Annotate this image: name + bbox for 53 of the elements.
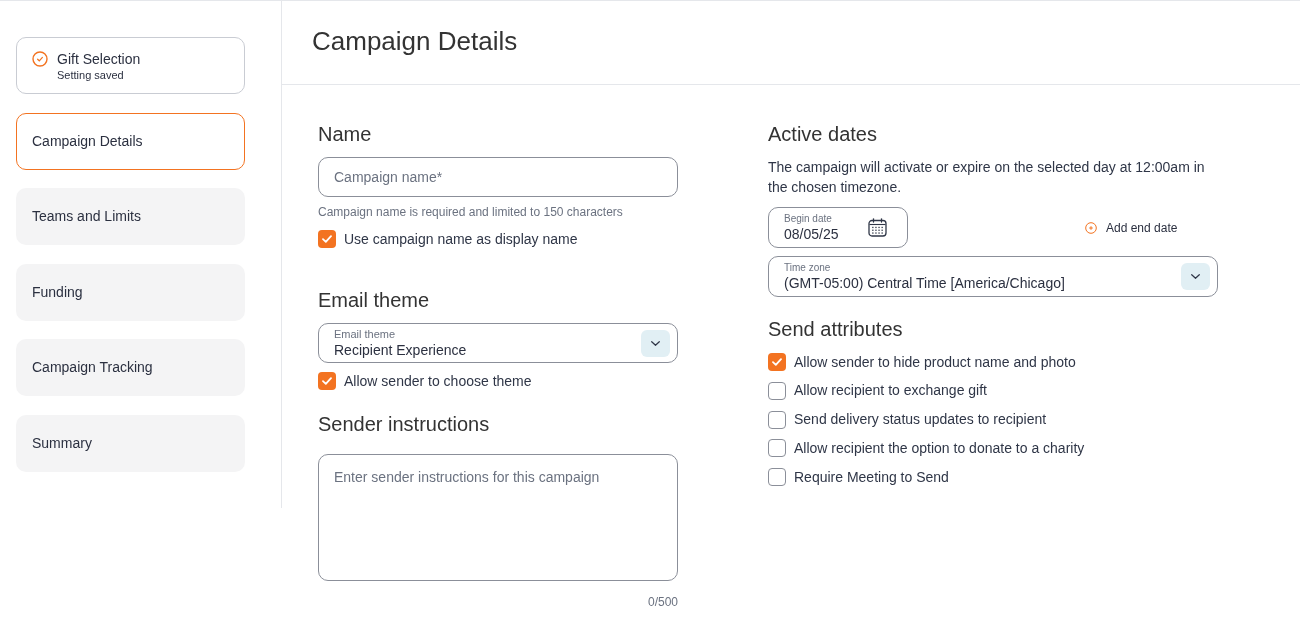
sidebar-step[interactable]: Campaign Tracking [16, 339, 245, 396]
sidebar-step[interactable]: Teams and Limits [16, 188, 245, 245]
field-label: Begin date [784, 212, 833, 225]
checkmark-icon [322, 377, 332, 385]
select-label: Time zone [784, 261, 832, 274]
plus-circle-icon [1085, 221, 1097, 234]
dropdown-button[interactable] [1181, 263, 1210, 290]
checkbox-label: Send delivery status updates to recipient [794, 410, 1047, 429]
checkmark-icon [322, 235, 332, 243]
helper-text: Campaign name is required and limited to 150 characters [318, 204, 624, 220]
checkbox[interactable] [318, 230, 336, 248]
step-status: Setting saved [57, 67, 125, 82]
checkbox-label: Use campaign name as display name [344, 229, 578, 249]
character-counter: 0/500 [647, 594, 678, 610]
checkbox[interactable] [768, 410, 786, 429]
section-heading: Sender instructions [318, 412, 491, 437]
checkmark-icon [772, 358, 782, 366]
checkbox-label: Allow recipient the option to donate to a charity [794, 438, 1085, 458]
begin-date-field[interactable]: Begin date 08/05/25 [768, 207, 908, 248]
select-value: (GMT-05:00) Central Time [America/Chicago] [784, 273, 1065, 292]
sidebar-step[interactable]: Summary [16, 414, 245, 472]
checkbox-label: Allow sender to hide product name and photo [794, 352, 1076, 372]
chevron-down-icon [1191, 274, 1200, 279]
checkbox-label: Allow sender to choose theme [344, 371, 532, 391]
check-circle-icon [32, 50, 48, 67]
time-zone-select[interactable]: Time zone (GMT-05:00) Central Time [America/Chicago] [768, 256, 1218, 297]
checkbox-label: Require Meeting to Send [794, 467, 949, 487]
checkbox[interactable] [318, 372, 336, 390]
description-text: The campaign will activate or expire on the selected day at 12:00am in the chosen timezone. [768, 158, 1206, 197]
date-value: 08/05/25 [784, 224, 839, 243]
chevron-down-icon [651, 340, 660, 346]
checkbox-label: Allow recipient to exchange gift [794, 381, 987, 401]
dropdown-button[interactable] [641, 329, 670, 357]
checkbox[interactable] [768, 353, 786, 371]
email-theme-select[interactable]: Email theme Recipient Experience [318, 323, 678, 363]
checkbox[interactable] [768, 381, 786, 400]
page-title: Campaign Details [312, 25, 518, 58]
select-value: Recipient Experience [334, 340, 467, 359]
calendar-icon [868, 218, 887, 237]
section-heading: Send attributes [768, 317, 904, 342]
select-label: Email theme [334, 327, 397, 341]
sidebar-step[interactable]: Gift Selection Setting saved [16, 37, 245, 94]
add-end-date-button[interactable]: Add end date [1085, 218, 1178, 237]
sidebar-step[interactable]: Campaign Details [16, 112, 245, 170]
sidebar-step[interactable]: Funding [16, 263, 245, 321]
step-title: Gift Selection [57, 49, 141, 68]
section-heading: Name [318, 122, 373, 147]
section-heading: Active dates [768, 122, 878, 147]
checkbox[interactable] [768, 439, 786, 458]
sender-instructions-field[interactable]: Enter sender instructions for this campaign [318, 454, 678, 581]
checkbox[interactable] [768, 468, 786, 486]
campaign-name-field[interactable]: Campaign name* [318, 157, 678, 197]
section-heading: Email theme [318, 288, 431, 313]
